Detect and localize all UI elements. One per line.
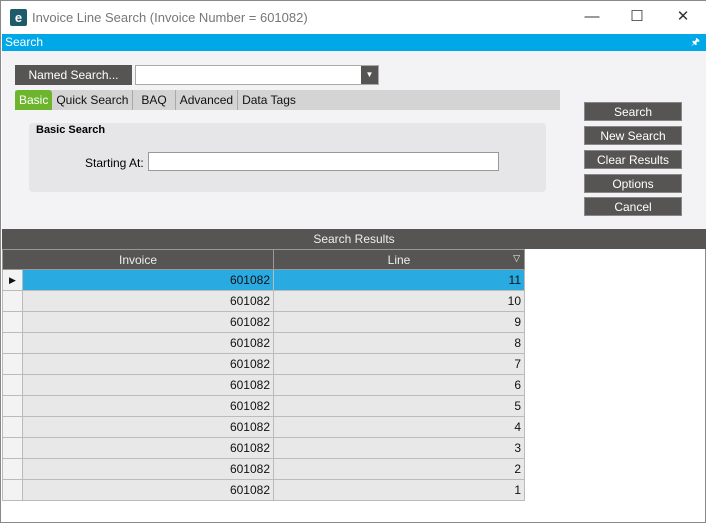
tab-baq[interactable]: BAQ [133, 90, 176, 110]
filter-icon[interactable]: ▽ [513, 253, 520, 264]
column-header-line[interactable]: Line ▽ [273, 249, 525, 270]
cell-line[interactable]: 6 [273, 374, 525, 396]
clear-results-button[interactable]: Clear Results [584, 150, 682, 169]
cell-line[interactable]: 7 [273, 353, 525, 375]
starting-at-label: Starting At: [85, 156, 144, 170]
close-button[interactable]: ✕ [663, 5, 703, 29]
cell-invoice[interactable]: 601082 [22, 311, 274, 333]
cell-line[interactable]: 10 [273, 290, 525, 312]
named-search-button[interactable]: Named Search... [15, 65, 132, 85]
options-button[interactable]: Options [584, 174, 682, 193]
cell-invoice[interactable]: 601082 [22, 332, 274, 354]
cell-invoice[interactable]: 601082 [22, 458, 274, 480]
table-row[interactable]: 601082 4 [2, 416, 525, 438]
cell-invoice[interactable]: 601082 [22, 479, 274, 501]
maximize-button[interactable]: ☐ [617, 5, 657, 29]
table-row[interactable]: ▶ 601082 11 [2, 269, 525, 291]
search-button[interactable]: Search [584, 102, 682, 121]
starting-at-input[interactable] [148, 152, 499, 171]
minimize-button[interactable]: — [572, 5, 612, 29]
cell-line[interactable]: 11 [273, 269, 525, 291]
cancel-button[interactable]: Cancel [584, 197, 682, 216]
column-header-invoice[interactable]: Invoice [2, 249, 274, 270]
row-selector[interactable] [2, 416, 23, 438]
cell-line[interactable]: 5 [273, 395, 525, 417]
cell-invoice[interactable]: 601082 [22, 290, 274, 312]
row-selector[interactable] [2, 479, 23, 501]
search-header-label: Search [5, 35, 44, 49]
table-row[interactable]: 601082 5 [2, 395, 525, 417]
pin-icon[interactable]: 🖈 [691, 34, 700, 51]
table-row[interactable]: 601082 1 [2, 479, 525, 501]
new-search-button[interactable]: New Search [584, 126, 682, 145]
row-selector[interactable] [2, 311, 23, 333]
cell-line[interactable]: 9 [273, 311, 525, 333]
row-selector[interactable]: ▶ [2, 269, 23, 291]
cell-invoice[interactable]: 601082 [22, 416, 274, 438]
tab-advanced[interactable]: Advanced [176, 90, 239, 110]
results-grid: Invoice Line ▽ ▶ 601082 11 601082 10 601082 9 60… [2, 249, 525, 501]
line-header-label: Line [387, 252, 411, 267]
cell-line[interactable]: 3 [273, 437, 525, 459]
row-selector[interactable] [2, 437, 23, 459]
cell-invoice[interactable]: 601082 [22, 437, 274, 459]
cell-invoice[interactable]: 601082 [22, 374, 274, 396]
search-results-header: Search Results [2, 229, 706, 249]
row-selector[interactable] [2, 332, 23, 354]
basic-search-heading: Basic Search [36, 124, 106, 136]
table-row[interactable]: 601082 10 [2, 290, 525, 312]
named-search-combo[interactable]: ▼ [135, 65, 379, 85]
invoice-header-label: Invoice [118, 252, 158, 267]
cell-invoice[interactable]: 601082 [22, 269, 274, 291]
table-row[interactable]: 601082 3 [2, 437, 525, 459]
search-panel-header: Search 🖈 [2, 34, 706, 51]
table-row[interactable]: 601082 8 [2, 332, 525, 354]
row-selector[interactable] [2, 290, 23, 312]
tab-data-tags[interactable]: Data Tags [238, 90, 300, 110]
tab-basic[interactable]: Basic [15, 90, 53, 110]
table-row[interactable]: 601082 9 [2, 311, 525, 333]
chevron-down-icon[interactable]: ▼ [361, 66, 378, 84]
row-selector[interactable] [2, 395, 23, 417]
cell-invoice[interactable]: 601082 [22, 353, 274, 375]
cell-invoice[interactable]: 601082 [22, 395, 274, 417]
row-selector[interactable] [2, 458, 23, 480]
cell-line[interactable]: 1 [273, 479, 525, 501]
table-row[interactable]: 601082 7 [2, 353, 525, 375]
tab-quick-search[interactable]: Quick Search [52, 90, 134, 110]
row-selector[interactable] [2, 374, 23, 396]
table-row[interactable]: 601082 6 [2, 374, 525, 396]
cell-line[interactable]: 4 [273, 416, 525, 438]
search-tabs: Basic Quick Search BAQ Advanced Data Tag… [15, 90, 560, 110]
cell-line[interactable]: 8 [273, 332, 525, 354]
table-row[interactable]: 601082 2 [2, 458, 525, 480]
cell-line[interactable]: 2 [273, 458, 525, 480]
window-title: Invoice Line Search (Invoice Number = 60… [32, 10, 308, 25]
row-selector[interactable] [2, 353, 23, 375]
app-logo-icon: e [10, 9, 27, 26]
